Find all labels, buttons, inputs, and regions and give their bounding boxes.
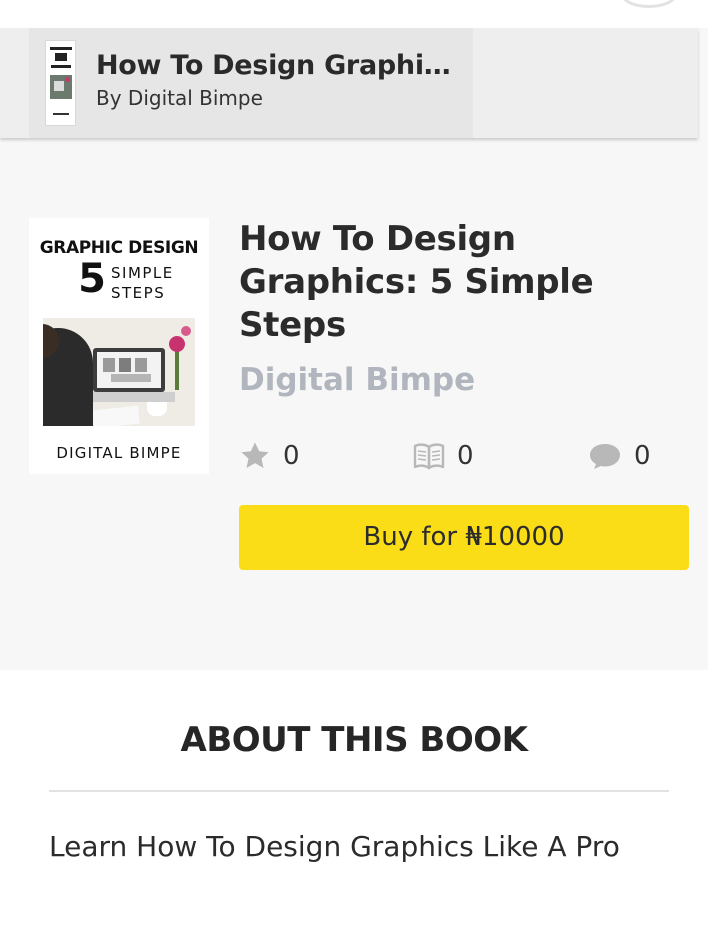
about-heading: ABOUT THIS BOOK bbox=[180, 720, 528, 760]
comments-stat: 0 bbox=[588, 436, 651, 476]
book-cover: GRAPHIC DESIGN 5 SIMPLE STEPS DIGITAL BI… bbox=[29, 218, 209, 474]
rating-stat: 0 bbox=[239, 436, 300, 476]
cover-number: 5 bbox=[78, 256, 106, 302]
star-icon bbox=[239, 440, 271, 472]
book-header-card[interactable]: How To Design Graphics: 5 Simple Steps B… bbox=[29, 28, 473, 138]
reads-stat: 0 bbox=[413, 436, 474, 476]
cover-subtitle-line1: SIMPLE bbox=[111, 264, 174, 282]
author-link[interactable]: Digital Bimpe bbox=[239, 362, 475, 398]
buy-button[interactable]: Buy for ₦10000 bbox=[239, 505, 689, 570]
book-thumbnail bbox=[45, 40, 76, 126]
about-divider bbox=[49, 790, 669, 792]
cover-subtitle-line2: STEPS bbox=[111, 284, 166, 302]
about-section: ABOUT THIS BOOK Learn How To Design Grap… bbox=[0, 670, 708, 930]
header-book-title: How To Design Graphics: 5 Simple Steps bbox=[96, 50, 456, 81]
cover-author: DIGITAL BIMPE bbox=[56, 444, 182, 462]
reads-count: 0 bbox=[457, 441, 474, 471]
about-description: Learn How To Design Graphics Like A Pro bbox=[49, 830, 620, 863]
header-author-byline: By Digital Bimpe bbox=[96, 86, 263, 110]
book-title: How To Design Graphics: 5 Simple Steps bbox=[239, 219, 594, 345]
open-book-icon bbox=[413, 441, 445, 471]
book-header-strip: How To Design Graphics: 5 Simple Steps B… bbox=[0, 28, 698, 138]
cover-title: GRAPHIC DESIGN bbox=[39, 238, 199, 258]
comments-count: 0 bbox=[634, 441, 651, 471]
speech-bubble-icon bbox=[588, 441, 622, 471]
header-strip-right bbox=[473, 28, 698, 138]
top-bar bbox=[0, 0, 708, 28]
cover-photo bbox=[43, 318, 195, 426]
user-avatar[interactable] bbox=[620, 0, 678, 8]
rating-count: 0 bbox=[283, 441, 300, 471]
